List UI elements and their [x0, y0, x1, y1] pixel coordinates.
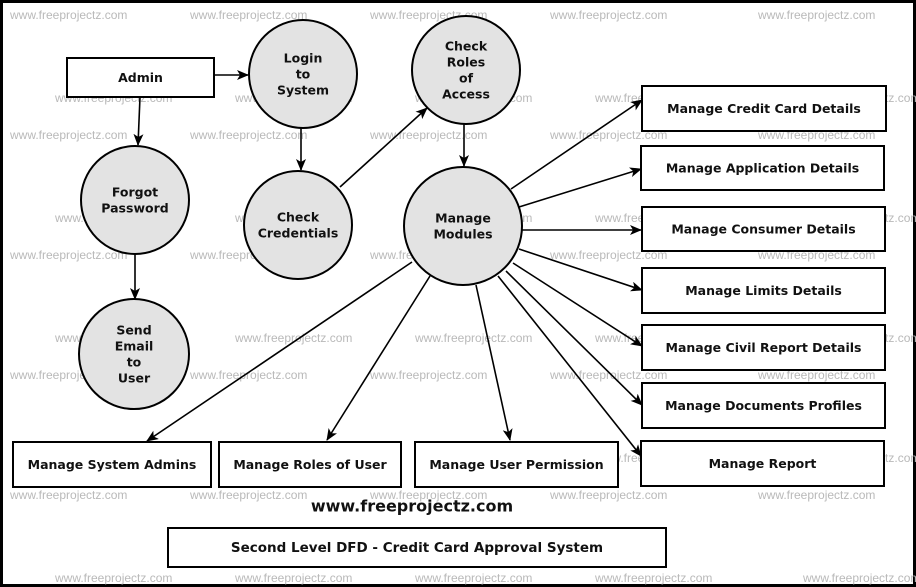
entity-user-permission: Manage User Permission	[414, 441, 619, 488]
entity-label: Manage System Admins	[28, 457, 197, 472]
watermark-text: www.freeprojectz.com	[549, 8, 667, 22]
watermark-text: www.freeprojectz.com	[549, 488, 667, 502]
entity-label: Manage Civil Report Details	[666, 340, 862, 355]
process-send-email: SendEmailtoUser	[78, 298, 190, 410]
process-label-line: Password	[101, 201, 168, 216]
entity-label: Manage Limits Details	[685, 283, 842, 298]
watermark-text: www.freeprojectz.com	[9, 8, 127, 22]
entity-civil-report: Manage Civil Report Details	[641, 324, 886, 371]
watermark-text: www.freeprojectz.com	[369, 368, 487, 382]
process-label-line: to	[296, 67, 311, 82]
entity-label: Manage Consumer Details	[671, 222, 855, 237]
process-label-line: System	[277, 83, 329, 98]
watermark-text: www.freeprojectz.com	[802, 571, 916, 585]
watermark-text: www.freeprojectz.com	[189, 128, 307, 142]
process-login: LogintoSystem	[248, 19, 358, 129]
entity-label: Manage Documents Profiles	[665, 398, 862, 413]
process-label-line: Forgot	[112, 185, 158, 200]
watermark-text: www.freeprojectz.com	[234, 571, 352, 585]
entity-limits: Manage Limits Details	[641, 267, 886, 314]
process-label-line: Login	[284, 51, 323, 66]
entity-system-admins: Manage System Admins	[12, 441, 212, 488]
watermark-text: www.freeprojectz.com	[757, 8, 875, 22]
entity-application: Manage Application Details	[640, 145, 885, 191]
process-label-line: Check	[445, 39, 488, 54]
process-label-line: to	[127, 355, 142, 370]
entity-credit-card: Manage Credit Card Details	[641, 85, 887, 132]
process-label-line: Manage	[435, 211, 491, 226]
dfd-canvas: www.freeprojectz.com www.freeprojectz.com…	[0, 0, 916, 587]
watermark-text: www.freeprojectz.com	[414, 331, 532, 345]
entity-label: Manage Report	[709, 456, 817, 471]
process-label-line: Modules	[433, 227, 492, 242]
diagram-title: Second Level DFD - Credit Card Approval …	[231, 540, 603, 556]
process-label-line: Email	[115, 339, 154, 354]
watermark-text: www.freeprojectz.com	[757, 488, 875, 502]
process-label-line: Roles	[447, 55, 485, 70]
watermark-text: www.freeprojectz.com	[9, 248, 127, 262]
watermark-text: www.freeprojectz.com	[9, 488, 127, 502]
entity-consumer: Manage Consumer Details	[641, 206, 886, 252]
process-label-line: of	[459, 71, 474, 86]
entity-admin: Admin	[66, 57, 215, 98]
watermark-text: www.freeprojectz.com	[189, 488, 307, 502]
entity-label: Manage User Permission	[429, 457, 603, 472]
watermark-text: www.freeprojectz.com	[414, 571, 532, 585]
watermark-text: www.freeprojectz.com	[9, 128, 127, 142]
entity-label: Admin	[118, 70, 163, 85]
process-label-line: Credentials	[258, 226, 339, 241]
process-forgot: ForgotPassword	[80, 145, 190, 255]
entity-label: Manage Roles of User	[233, 457, 387, 472]
process-manage-modules: ManageModules	[403, 166, 523, 286]
entity-roles-user: Manage Roles of User	[218, 441, 402, 488]
process-check-roles: CheckRolesofAccess	[411, 15, 521, 125]
watermark-text: www.freeprojectz.com	[594, 571, 712, 585]
watermark-text: www.freeprojectz.com	[369, 128, 487, 142]
site-label: www.freeprojectz.com	[311, 497, 513, 516]
entity-label: Manage Application Details	[666, 161, 859, 176]
entity-label: Manage Credit Card Details	[667, 101, 861, 116]
entity-documents: Manage Documents Profiles	[641, 382, 886, 429]
process-label-line: User	[118, 371, 151, 386]
watermark-text: www.freeprojectz.com	[189, 368, 307, 382]
process-label-line: Check	[277, 210, 320, 225]
entity-report: Manage Report	[640, 440, 885, 487]
watermark-text: www.freeprojectz.com	[189, 8, 307, 22]
watermark-text: www.freeprojectz.com	[54, 571, 172, 585]
process-label-line: Access	[442, 87, 490, 102]
process-label-line: Send	[116, 323, 151, 338]
process-check-cred: CheckCredentials	[243, 170, 353, 280]
diagram-title-box: Second Level DFD - Credit Card Approval …	[167, 527, 667, 568]
